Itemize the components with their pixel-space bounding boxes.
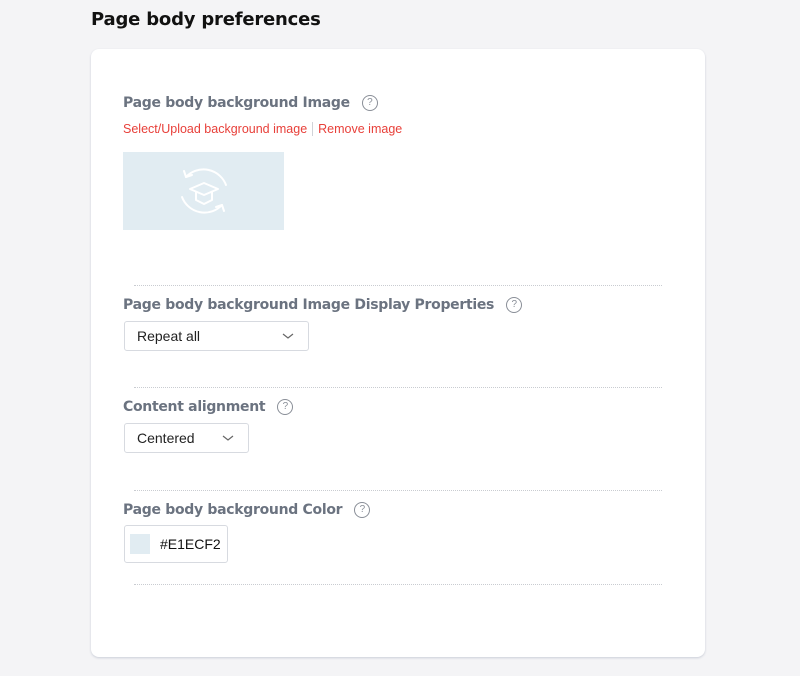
background-image-preview[interactable]	[123, 152, 284, 230]
color-value: #E1ECF2	[160, 536, 221, 552]
content-alignment-value: Centered	[137, 430, 195, 446]
display-properties-select[interactable]: Repeat all	[124, 321, 309, 351]
divider	[134, 584, 662, 585]
content-alignment-select[interactable]: Centered	[124, 423, 249, 453]
link-separator	[312, 122, 314, 136]
bg-color-label-text: Page body background Color	[123, 502, 343, 518]
divider	[134, 285, 662, 286]
display-properties-value: Repeat all	[137, 328, 201, 344]
bg-image-label-text: Page body background Image	[123, 95, 350, 111]
display-props-label: Page body background Image Display Prope…	[123, 297, 523, 313]
bg-color-label: Page body background Color ?	[123, 502, 371, 518]
bg-image-label: Page body background Image ?	[123, 95, 378, 111]
alignment-label-text: Content alignment	[123, 399, 266, 415]
display-props-label-text: Page body background Image Display Prope…	[123, 297, 495, 313]
divider	[134, 490, 662, 491]
graduation-cap-refresh-icon	[180, 168, 227, 214]
remove-image-link[interactable]: Remove image	[318, 122, 402, 136]
help-icon[interactable]: ?	[277, 399, 294, 415]
color-swatch[interactable]	[130, 534, 150, 554]
background-color-picker[interactable]: #E1ECF2	[124, 525, 228, 563]
page-title: Page body preferences	[91, 9, 321, 30]
divider	[134, 387, 662, 388]
help-icon[interactable]: ?	[354, 502, 371, 518]
bg-image-actions: Select/Upload background image Remove im…	[123, 122, 402, 136]
alignment-label: Content alignment ?	[123, 399, 294, 415]
select-upload-background-link[interactable]: Select/Upload background image	[123, 122, 307, 136]
chevron-down-icon	[282, 333, 294, 339]
chevron-down-icon	[222, 435, 234, 441]
help-icon[interactable]: ?	[361, 95, 378, 111]
preferences-card: Page body background Image ? Select/Uplo…	[91, 49, 705, 657]
help-icon[interactable]: ?	[506, 297, 523, 313]
